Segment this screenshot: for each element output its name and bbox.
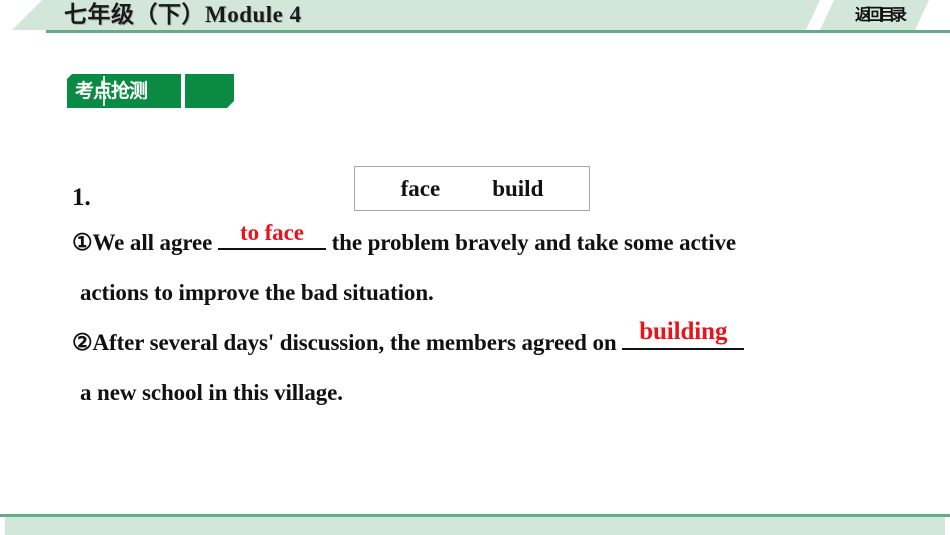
item-1-text-after: the problem bravely and take some active	[325, 230, 737, 255]
section-badge-divider	[103, 76, 105, 106]
item-2-marker: ②	[72, 330, 93, 355]
item-1-answer-text: to face	[240, 220, 304, 245]
exercise-item-1-line-1: ①We all agree to face the problem bravel…	[72, 218, 902, 268]
section-badge-tail	[185, 74, 234, 108]
item-1-marker: ①	[72, 230, 93, 255]
section-badge-label: 考点抢测	[75, 80, 148, 102]
page-title: 七年级（下）Module 4	[64, 2, 302, 27]
header-rule-gap	[0, 30, 46, 33]
item-1-text-before: We all agree	[92, 230, 218, 255]
exercise-item-2-line-2: a new school in this village.	[80, 380, 343, 405]
exercise-item-1-line-2: actions to improve the bad situation.	[80, 280, 434, 305]
item-2-text-before: After several days' discussion, the memb…	[92, 330, 623, 355]
back-to-contents-button[interactable]: 返回目录	[855, 1, 907, 29]
exercise-content: 1. ①We all agree to face the problem bra…	[72, 178, 902, 418]
header-rule	[46, 30, 950, 33]
question-number: 1.	[72, 184, 91, 211]
section-badge-gap	[181, 74, 185, 108]
page-header: 七年级（下）Module 4 返回目录	[0, 0, 950, 33]
item-2-answer-blank[interactable]: building	[622, 318, 745, 350]
footer-band	[5, 517, 945, 535]
item-1-answer-blank[interactable]: to face	[217, 220, 326, 250]
exercise-item-2-line-1: ②After several days' discussion, the mem…	[72, 318, 902, 368]
item-2-answer-text: building	[639, 318, 728, 345]
